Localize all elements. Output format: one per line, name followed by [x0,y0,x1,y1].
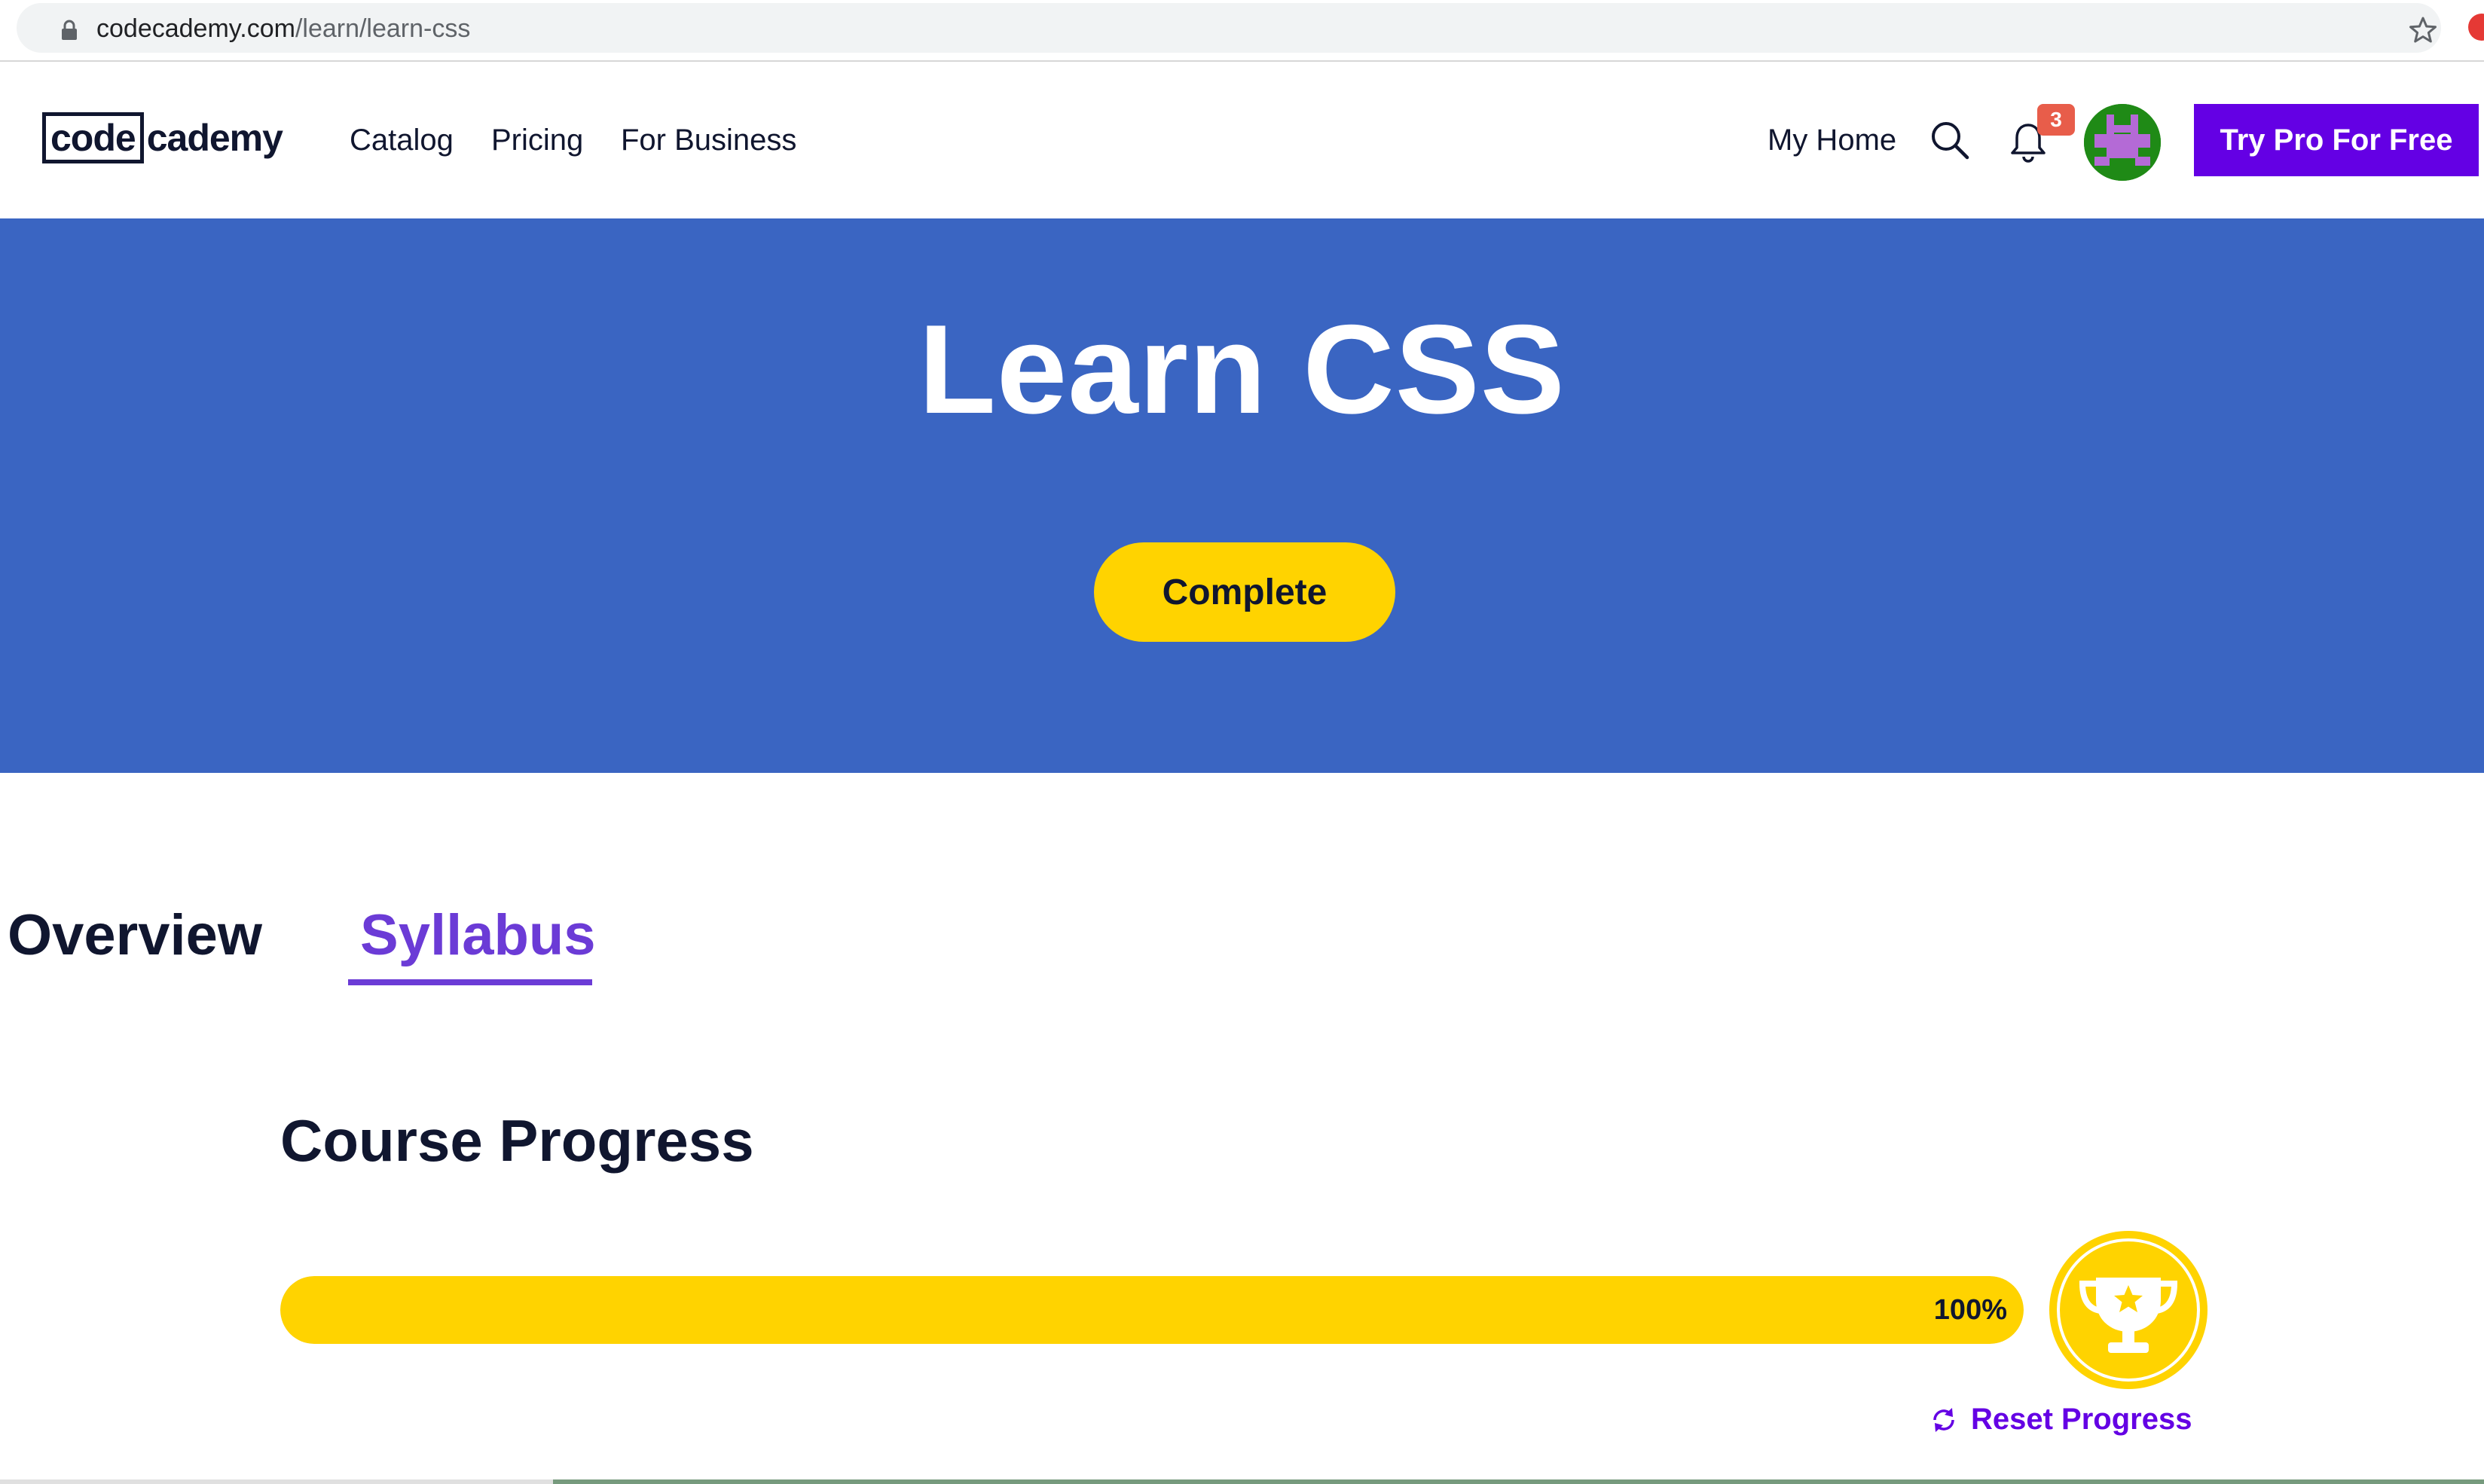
try-pro-button[interactable]: Try Pro For Free [2194,104,2479,176]
course-progress-heading: Course Progress [280,1107,754,1174]
logo-box: code [42,112,144,163]
progress-bar: 100% [280,1276,2024,1344]
progress-fill [280,1276,2024,1344]
lock-icon[interactable] [60,20,78,41]
divider-segment [553,1479,2484,1484]
nav-for-business[interactable]: For Business [621,62,796,218]
url-domain: codecademy.com [96,14,295,43]
trophy-badge [2049,1231,2207,1389]
avatar-pixel-art [2084,104,2161,181]
nav-my-home[interactable]: My Home [1768,62,1896,218]
browser-address-bar: codecademy.com/learn/learn-css [0,0,2484,62]
site-header: code cademy Catalog Pricing For Business… [0,62,2484,218]
nav-catalog[interactable]: Catalog [350,62,454,218]
tab-syllabus[interactable]: Syllabus [360,899,596,972]
search-icon[interactable] [1929,119,1971,161]
course-title: Learn CSS [918,298,1566,440]
notification-badge: 3 [2037,104,2075,136]
tab-overview[interactable]: Overview [8,899,262,972]
avatar[interactable] [2084,104,2161,181]
page-bottom-divider [0,1479,2484,1484]
url-path: /learn/learn-css [295,14,471,43]
trophy-icon [2079,1278,2178,1353]
reset-progress-link[interactable]: Reset Progress [1929,1403,2192,1437]
nav-pricing[interactable]: Pricing [491,62,583,218]
course-hero: Learn CSS Complete [0,218,2484,773]
status-badge: Complete [1094,542,1395,642]
omnibox[interactable]: codecademy.com/learn/learn-css [17,3,2441,53]
refresh-icon [1933,1407,1954,1432]
codecademy-logo[interactable]: code cademy [42,111,283,164]
reset-progress-label: Reset Progress [1971,1403,2192,1436]
logo-rest: cademy [146,117,283,159]
extension-icon[interactable] [2468,14,2484,41]
url-text[interactable]: codecademy.com/learn/learn-css [96,14,470,44]
progress-percent: 100% [1933,1293,2007,1326]
bookmark-star-icon[interactable] [2408,15,2438,45]
active-tab-indicator [348,979,592,985]
